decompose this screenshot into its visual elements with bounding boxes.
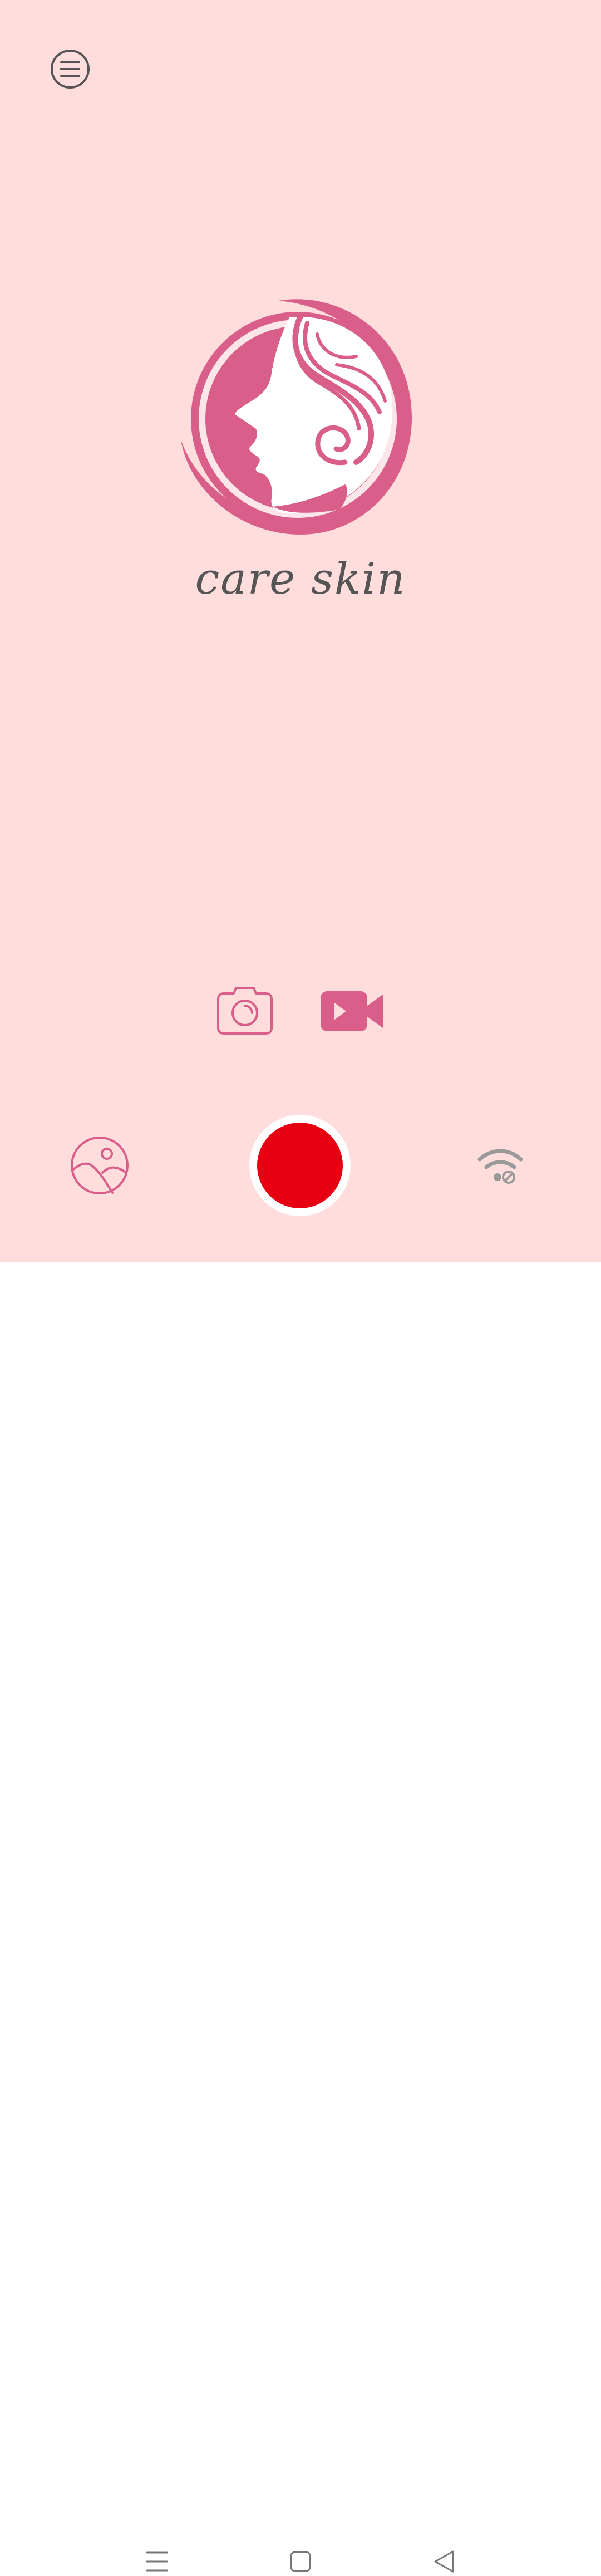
- camera-icon: [217, 987, 273, 1035]
- menu-button[interactable]: [50, 49, 90, 89]
- video-mode-button[interactable]: [319, 990, 384, 1032]
- brand-logo: [178, 295, 423, 540]
- back-button[interactable]: [432, 2549, 456, 2574]
- home-icon: [290, 2551, 311, 2572]
- woman-profile-logo-icon: [181, 299, 412, 535]
- home-button[interactable]: [289, 2550, 312, 2573]
- brand-name: care skin: [195, 554, 406, 604]
- system-navigation-bar: [0, 1262, 601, 2573]
- video-camera-icon: [321, 991, 383, 1031]
- recent-apps-icon: [146, 2551, 168, 2572]
- wifi-status-button[interactable]: [477, 1147, 523, 1187]
- shutter-button-core: [257, 1123, 343, 1208]
- back-icon: [434, 2550, 454, 2573]
- gallery-icon: [71, 1137, 129, 1194]
- recent-apps-button[interactable]: [146, 2550, 168, 2573]
- camera-screen: care skin: [0, 0, 601, 1262]
- gallery-button[interactable]: [70, 1136, 129, 1195]
- menu-icon: [51, 50, 90, 89]
- wifi-disconnected-icon: [477, 1149, 523, 1184]
- shutter-button[interactable]: [249, 1115, 351, 1216]
- photo-mode-button[interactable]: [217, 987, 273, 1035]
